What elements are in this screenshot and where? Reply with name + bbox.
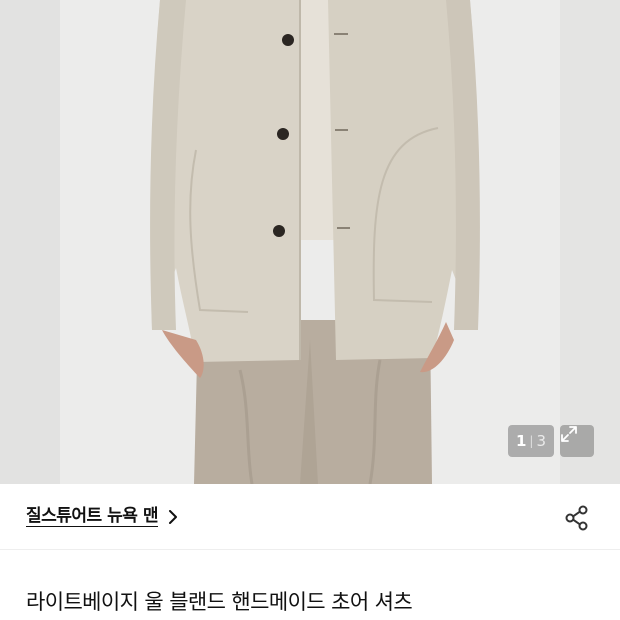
product-title: 라이트베이지 울 블랜드 핸드메이드 초어 셔츠 bbox=[26, 590, 413, 614]
image-counter-current: 1 bbox=[515, 432, 527, 450]
expand-button[interactable] bbox=[560, 425, 594, 457]
image-counter-total: 3 bbox=[536, 432, 547, 450]
image-counter-separator: | bbox=[529, 434, 534, 448]
brand-link[interactable]: 질스튜어트 뉴욕 맨 bbox=[26, 506, 178, 527]
brand-name: 질스튜어트 뉴욕 맨 bbox=[26, 506, 158, 527]
expand-icon bbox=[561, 426, 577, 442]
image-counter: 1 | 3 bbox=[508, 425, 554, 457]
share-button[interactable] bbox=[562, 503, 592, 533]
brand-row: 질스튜어트 뉴욕 맨 bbox=[0, 484, 620, 550]
chevron-right-icon bbox=[168, 509, 178, 524]
share-icon bbox=[565, 505, 588, 531]
product-photo bbox=[0, 0, 620, 484]
product-image[interactable]: 1 | 3 bbox=[0, 0, 620, 484]
